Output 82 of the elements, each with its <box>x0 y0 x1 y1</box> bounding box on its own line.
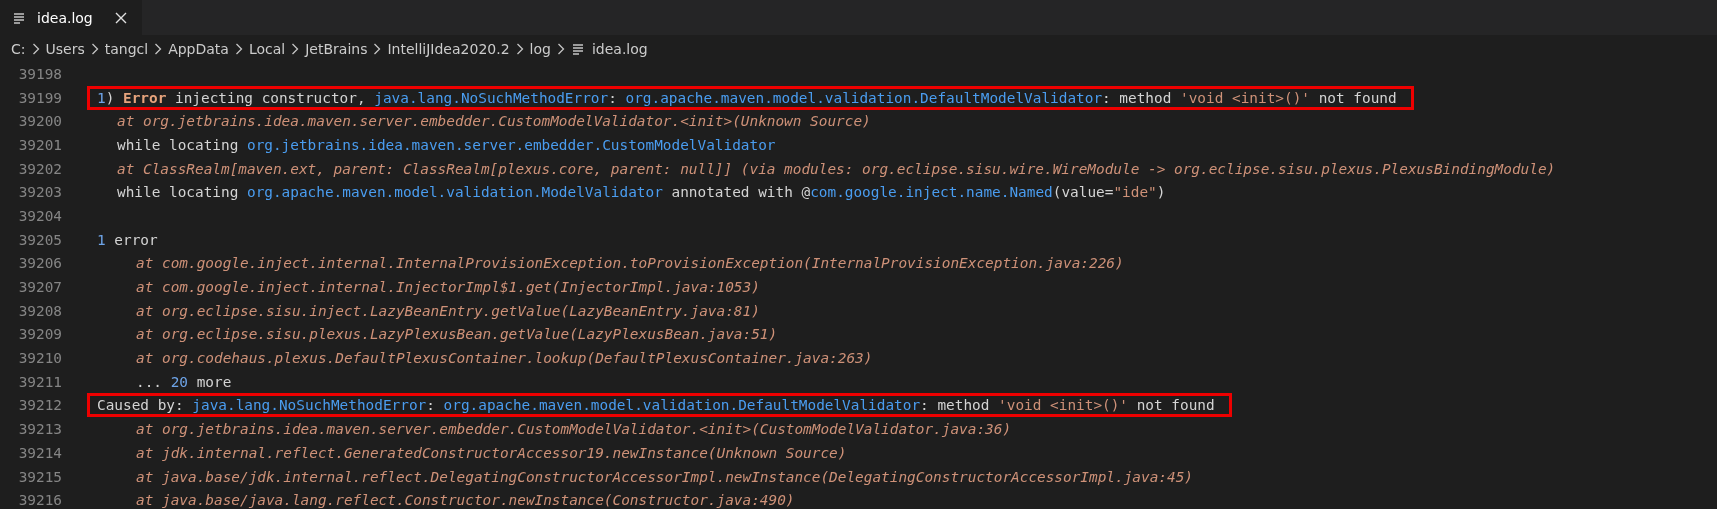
chevron-icon <box>153 41 164 56</box>
stack-frame: at jdk.internal.reflect.GeneratedConstructorAccessor19.newInstance(Unknown Source) <box>136 444 847 461</box>
line-number: 39202 <box>17 160 62 177</box>
line-number: 39206 <box>17 255 62 272</box>
breadcrumb-item[interactable]: IntelliJIdea2020.2 <box>387 40 510 57</box>
line-number: 39203 <box>17 184 62 201</box>
breadcrumb-item[interactable]: AppData <box>168 40 229 57</box>
line-number: 39212 <box>17 397 62 414</box>
keyword-token: Error <box>123 89 167 106</box>
line-number: 39216 <box>17 492 62 509</box>
line-number: 39215 <box>17 468 62 485</box>
chevron-icon <box>555 41 566 56</box>
breadcrumb-item[interactable]: JetBrains <box>305 40 368 57</box>
number-token: 20 <box>170 373 188 390</box>
breadcrumb-item[interactable]: Users <box>45 40 85 57</box>
code-text: injecting constructor, <box>174 89 367 106</box>
line-number: 39211 <box>17 373 62 390</box>
class-name: com.google.inject.name.Named <box>810 184 1053 201</box>
code-text: error <box>113 231 158 248</box>
close-icon[interactable] <box>113 10 128 25</box>
string-literal: 'void <init>()' <box>1180 89 1310 106</box>
breadcrumb-item[interactable]: tangcl <box>104 40 149 57</box>
class-name: java.lang.NoSuchMethodError <box>374 89 609 106</box>
string-literal: 'void <init>()' <box>998 397 1129 414</box>
chevron-icon <box>30 41 41 56</box>
stack-frame: at org.codehaus.plexus.DefaultPlexusContainer.lookup(DefaultPlexusContainer.java:263) <box>136 350 873 367</box>
line-number: 39214 <box>17 444 62 461</box>
line-number: 39198 <box>17 65 62 82</box>
chevron-icon <box>290 41 301 56</box>
code-text: while locating <box>117 184 240 201</box>
class-name: java.lang.NoSuchMethodError <box>192 397 427 414</box>
string-literal: "ide" <box>1113 184 1157 201</box>
code-text: (value= <box>1052 184 1114 201</box>
line-number: 39207 <box>17 279 62 296</box>
chevron-icon <box>372 41 383 56</box>
stack-frame: at com.google.inject.internal.InjectorImpl$1.get(InjectorImpl.java:1053) <box>136 279 760 296</box>
line-number: 39205 <box>17 231 62 248</box>
breadcrumb-item[interactable]: C: <box>11 40 26 57</box>
class-name: org.jetbrains.idea.maven.server.embedder.CustomModelValidator <box>246 136 776 153</box>
stack-frame: at org.jetbrains.idea.maven.server.embedder.CustomModelValidator.<init>(CustomModelValidator.java:36) <box>136 421 1012 438</box>
line-number: 39213 <box>17 421 62 438</box>
code-text: ... <box>136 373 163 390</box>
chevron-icon <box>233 41 244 56</box>
lines-icon <box>570 41 585 56</box>
number-token: 1 <box>97 231 106 248</box>
code-text: annotated with @ <box>670 184 811 201</box>
code-text: : <box>608 89 618 106</box>
code-text: ) <box>1156 184 1166 201</box>
stack-frame: at com.google.inject.internal.InternalProvisionException.toProvisionException(InternalProvisionException.java:226) <box>136 255 1124 272</box>
lines-icon <box>12 10 26 25</box>
line-number: 39201 <box>17 136 62 153</box>
line-number: 39204 <box>17 207 62 224</box>
class-name: org.apache.maven.model.validation.ModelValidator <box>246 184 663 201</box>
code-text: more <box>195 373 232 390</box>
stack-frame: at org.eclipse.sisu.plexus.LazyPlexusBean.getValue(LazyPlexusBean.java:51) <box>136 326 778 343</box>
line-number: 39199 <box>17 89 62 106</box>
breadcrumb-item[interactable]: log <box>529 40 551 57</box>
line-number: 39208 <box>17 302 62 319</box>
stack-frame: at org.jetbrains.idea.maven.server.embedder.CustomModelValidator.<init>(Unknown Source) <box>117 113 871 130</box>
line-number: 39200 <box>17 113 62 130</box>
code-text: not found <box>1135 397 1215 414</box>
editor-tab[interactable]: idea.log <box>0 0 142 35</box>
code-text: : <box>426 397 436 414</box>
stack-frame: at org.eclipse.sisu.inject.LazyBeanEntry.getValue(LazyBeanEntry.java:81) <box>136 302 760 319</box>
code-text: : method <box>920 397 991 414</box>
stack-frame: at java.base/java.lang.reflect.Constructor.newInstance(Constructor.java:490) <box>136 492 795 509</box>
code-text: ) <box>105 89 116 106</box>
code-text: while locating <box>117 136 240 153</box>
stack-frame: at ClassRealm[maven.ext, parent: ClassRealm[plexus.core, parent: null]] (via modules: org.eclipse.sisu.wire.WireModule -> org.eclipse.sisu.plexus.PlexusBindingModule) <box>117 160 1556 177</box>
breadcrumb-item[interactable]: idea.log <box>591 40 648 57</box>
stack-frame: at java.base/jdk.internal.reflect.DelegatingConstructorAccessorImpl.newInstance(DelegatingConstructorAccessorImpl.java:45) <box>136 468 1193 485</box>
code-text: : method <box>1102 89 1173 106</box>
breadcrumb-item[interactable]: Local <box>248 40 286 57</box>
line-number: 39210 <box>17 350 62 367</box>
line-number: 39209 <box>17 326 62 343</box>
number-token: 1 <box>97 89 106 106</box>
class-name: org.apache.maven.model.validation.DefaultModelValidator <box>443 397 921 414</box>
chevron-icon <box>514 41 525 56</box>
chevron-icon <box>89 41 100 56</box>
code-text: not found <box>1317 89 1397 106</box>
class-name: org.apache.maven.model.validation.DefaultModelValidator <box>625 89 1103 106</box>
code-text: Caused by: <box>97 397 185 414</box>
